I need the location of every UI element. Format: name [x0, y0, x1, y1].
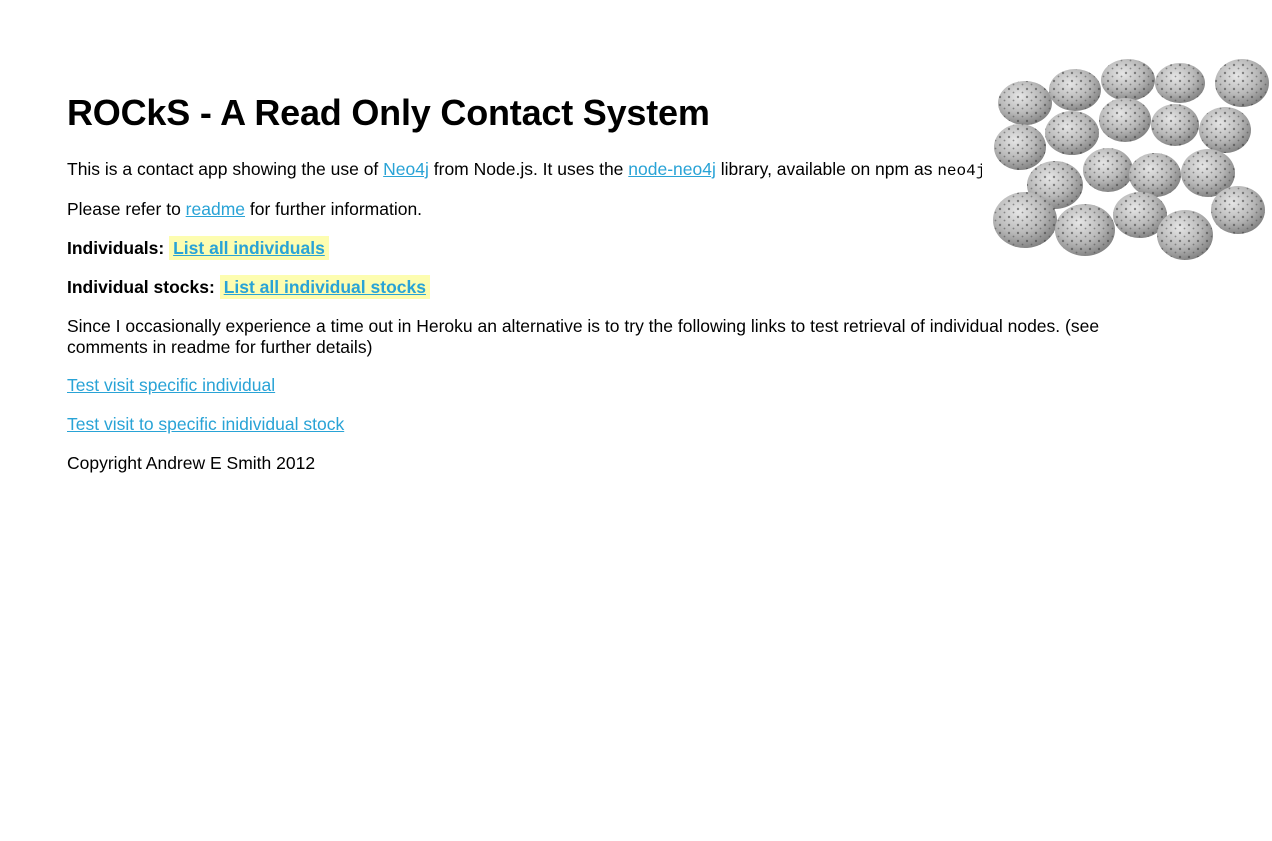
page-title: ROCkS - A Read Only Contact System — [67, 92, 710, 133]
page: ROCkS - A Read Only Contact System This … — [0, 0, 1272, 841]
test-stock-row: Test visit to specific inidividual stock — [67, 414, 344, 435]
individuals-row: Individuals: List all individuals — [67, 236, 329, 260]
readme-paragraph: Please refer to readme for further infor… — [67, 199, 422, 220]
list-all-stocks-link[interactable]: List all individual stocks — [224, 277, 426, 297]
readme-text-1: Please refer to — [67, 199, 186, 219]
test-individual-row: Test visit specific individual — [67, 375, 275, 396]
stocks-highlight: List all individual stocks — [219, 275, 430, 299]
stocks-label: Individual stocks: — [67, 277, 215, 297]
intro-text-2: from Node.js. It uses the — [428, 159, 629, 179]
individuals-highlight: List all individuals — [169, 236, 329, 260]
intro-paragraph: This is a contact app showing the use of… — [67, 159, 982, 182]
individuals-label: Individuals: — [67, 238, 165, 258]
stocks-row: Individual stocks: List all individual s… — [67, 275, 430, 299]
neo4j-link[interactable]: Neo4j — [383, 159, 429, 179]
list-all-individuals-link[interactable]: List all individuals — [173, 238, 325, 258]
intro-text-1: This is a contact app showing the use of — [67, 159, 384, 179]
note-paragraph: Since I occasionally experience a time o… — [67, 316, 1100, 357]
readme-link[interactable]: readme — [186, 199, 245, 219]
test-visit-stock-link[interactable]: Test visit to specific inidividual stock — [67, 414, 344, 434]
test-visit-individual-link[interactable]: Test visit specific individual — [67, 375, 275, 395]
npm-package-name: neo4j — [937, 162, 982, 180]
node-neo4j-link[interactable]: node-neo4j — [628, 159, 716, 179]
intro-text-3: library, available on npm as — [715, 159, 938, 179]
readme-text-2: for further information. — [245, 199, 423, 219]
rocks-image — [993, 59, 1269, 260]
copyright: Copyright Andrew E Smith 2012 — [67, 453, 316, 473]
